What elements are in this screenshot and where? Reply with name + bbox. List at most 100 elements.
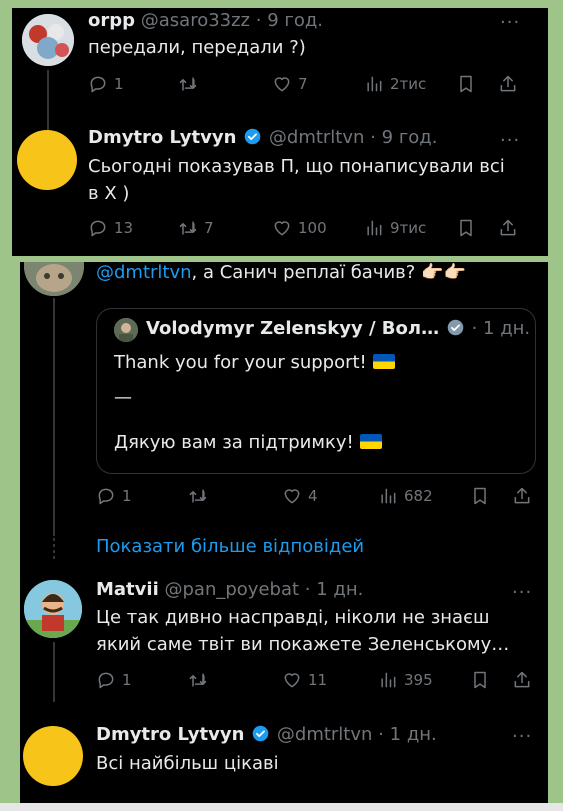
reply-icon bbox=[90, 220, 106, 237]
author-handle[interactable]: @dmtrltvn bbox=[269, 127, 365, 148]
like-icon bbox=[284, 673, 300, 688]
avatar[interactable] bbox=[17, 130, 77, 190]
like-button[interactable]: 7 bbox=[272, 72, 308, 96]
quoted-tweet-header: Volodymyr Zelenskyy / Вол… · 1 дн. bbox=[146, 318, 530, 340]
tweet-reply-with-quote[interactable]: @dmtrltvn, а Санич реплаї бачив? 👉🏻👉🏻 Vo… bbox=[20, 262, 548, 536]
author-name[interactable]: orpp bbox=[88, 10, 135, 31]
tweet-time[interactable]: 9 год. bbox=[382, 127, 438, 148]
like-count: 100 bbox=[298, 219, 327, 237]
separator: · bbox=[255, 10, 262, 31]
ukraine-flag-icon bbox=[359, 434, 382, 449]
verified-badge-icon bbox=[447, 319, 464, 336]
retweet-count: 7 bbox=[204, 219, 214, 237]
retweet-icon bbox=[189, 673, 207, 687]
share-button[interactable] bbox=[512, 484, 538, 508]
author-handle[interactable]: @dmtrltvn bbox=[277, 724, 373, 745]
tweet-orpp[interactable]: orpp @asaro33zz · 9 год. ··· передали, п… bbox=[12, 8, 548, 140]
tweet-matvii[interactable]: Matvii @pan_poyebat · 1 дн. ··· Це так д… bbox=[20, 570, 548, 706]
tweet-text: @dmtrltvn, а Санич реплаї бачив? 👉🏻👉🏻 bbox=[96, 262, 466, 286]
views-count: 9тис bbox=[390, 219, 427, 237]
views-count: 2тис bbox=[390, 75, 427, 93]
reply-icon bbox=[98, 488, 114, 505]
bookmark-button[interactable] bbox=[456, 72, 482, 96]
share-button[interactable] bbox=[512, 668, 538, 692]
tweet-text: Всі найбільш цікаві bbox=[96, 753, 279, 774]
views-button[interactable]: 395 bbox=[378, 668, 433, 692]
bookmark-button[interactable] bbox=[456, 216, 482, 240]
reply-count: 1 bbox=[114, 75, 124, 93]
quoted-text-line-1: Thank you for your support! bbox=[114, 351, 395, 375]
avatar[interactable] bbox=[24, 580, 82, 638]
separator: · bbox=[304, 579, 311, 600]
views-count: 395 bbox=[404, 671, 433, 689]
tweet-text-body: , а Санич реплаї бачив? 👉🏻👉🏻 bbox=[191, 262, 466, 283]
more-options-button[interactable]: ··· bbox=[500, 132, 520, 150]
tweet-time[interactable]: 9 год. bbox=[267, 10, 323, 31]
quoted-text-3: Дякую вам за підтримку! bbox=[114, 432, 354, 453]
bookmark-button[interactable] bbox=[470, 484, 496, 508]
reply-button[interactable]: 1 bbox=[96, 668, 132, 692]
author-name[interactable]: Dmytro Lytvyn bbox=[88, 127, 236, 148]
tweet-time[interactable]: 1 дн. bbox=[316, 579, 363, 600]
bookmark-button[interactable] bbox=[470, 668, 496, 692]
like-count: 7 bbox=[298, 75, 308, 93]
quoted-author-avatar[interactable] bbox=[114, 318, 138, 342]
verified-badge-icon bbox=[252, 725, 269, 742]
like-button[interactable]: 100 bbox=[272, 216, 327, 240]
show-more-replies-link[interactable]: Показати більше відповідей bbox=[96, 536, 364, 558]
tweet-screenshot-top: orpp @asaro33zz · 9 год. ··· передали, п… bbox=[12, 8, 548, 256]
retweet-button[interactable]: 7 bbox=[178, 216, 214, 240]
more-options-button[interactable]: ··· bbox=[500, 14, 520, 32]
more-options-button[interactable]: ··· bbox=[512, 728, 532, 746]
retweet-icon bbox=[189, 489, 207, 503]
tweet-time[interactable]: 1 дн. bbox=[390, 724, 437, 745]
author-name[interactable]: Matvii bbox=[96, 579, 159, 600]
tweet-dmytro-lytvyn-reply[interactable]: Dmytro Lytvyn @dmtrltvn · 1 дн. ··· Всі … bbox=[20, 714, 548, 811]
tweet-header: orpp @asaro33zz · 9 год. bbox=[88, 10, 323, 32]
retweet-button[interactable] bbox=[188, 484, 214, 508]
like-count: 4 bbox=[308, 487, 318, 505]
like-button[interactable]: 11 bbox=[282, 668, 327, 692]
tweet-text: передали, передали ?) bbox=[88, 37, 306, 58]
quoted-tweet-time[interactable]: 1 дн. bbox=[483, 318, 530, 339]
views-icon bbox=[381, 672, 396, 688]
thread-dotted-line bbox=[53, 532, 55, 562]
reply-button[interactable]: 1 bbox=[96, 484, 132, 508]
tweet-actions: 1 11 395 bbox=[96, 668, 536, 692]
views-button[interactable]: 9тис bbox=[364, 216, 426, 240]
like-icon bbox=[274, 77, 290, 92]
quoted-author-name[interactable]: Volodymyr Zelenskyy / Вол… bbox=[146, 318, 439, 339]
thread-line bbox=[53, 298, 55, 536]
bookmark-icon bbox=[474, 671, 486, 689]
separator: · bbox=[378, 724, 384, 745]
share-icon bbox=[500, 75, 516, 92]
ukraine-flag-icon bbox=[372, 354, 395, 369]
author-handle[interactable]: @asaro33zz bbox=[141, 10, 250, 31]
retweet-button[interactable] bbox=[188, 668, 214, 692]
quoted-text-line-2: — bbox=[114, 387, 132, 408]
tweet-dmytro-lytvyn[interactable]: Dmytro Lytvyn @dmtrltvn · 9 год. ··· Сьо… bbox=[12, 118, 548, 256]
views-button[interactable]: 2тис bbox=[364, 72, 426, 96]
more-options-button[interactable]: ··· bbox=[512, 584, 532, 602]
author-name[interactable]: Dmytro Lytvyn bbox=[96, 724, 244, 745]
author-handle[interactable]: @pan_poyebat bbox=[164, 579, 299, 600]
verified-badge-icon bbox=[244, 128, 261, 145]
retweet-button[interactable] bbox=[178, 72, 204, 96]
tweet-text-line-1: Сьогодні показував П, що понаписували вс… bbox=[88, 156, 505, 177]
mention-link[interactable]: @dmtrltvn bbox=[96, 262, 192, 283]
tweet-actions: 13 7 100 9тис bbox=[88, 216, 528, 240]
share-button[interactable] bbox=[498, 216, 524, 240]
like-icon bbox=[274, 221, 290, 236]
views-count: 682 bbox=[404, 487, 433, 505]
reply-button[interactable]: 13 bbox=[88, 216, 133, 240]
separator: · bbox=[370, 127, 376, 148]
reply-button[interactable]: 1 bbox=[88, 72, 124, 96]
like-button[interactable]: 4 bbox=[282, 484, 318, 508]
avatar[interactable] bbox=[24, 262, 84, 296]
avatar[interactable] bbox=[22, 14, 74, 66]
share-icon bbox=[514, 671, 530, 688]
avatar[interactable] bbox=[23, 726, 83, 786]
views-button[interactable]: 682 bbox=[378, 484, 433, 508]
share-button[interactable] bbox=[498, 72, 524, 96]
bookmark-icon bbox=[460, 219, 472, 237]
